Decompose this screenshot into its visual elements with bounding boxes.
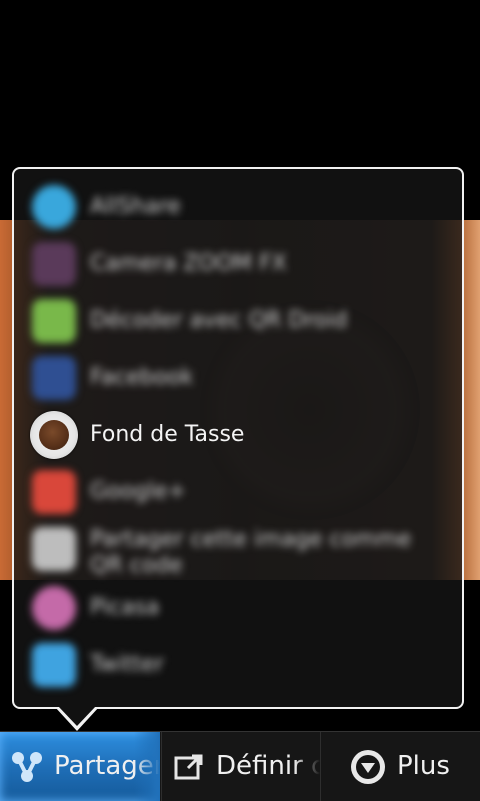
share-item-facebook[interactable]: Facebook <box>14 350 462 406</box>
share-item-label: Facebook <box>90 365 194 390</box>
twitter-icon <box>32 643 76 687</box>
share-item-qr-share[interactable]: Partager cette image comme QR code <box>14 521 462 579</box>
facebook-icon <box>32 356 76 400</box>
share-item-label: Fond de Tasse <box>90 422 245 447</box>
google-plus-icon <box>32 470 76 514</box>
bottom-action-bar: Partager Définir c Plus <box>0 731 480 801</box>
share-item-google-plus[interactable]: Google+ <box>14 464 462 520</box>
picasa-icon <box>32 586 76 630</box>
coffee-cup-icon <box>30 411 78 459</box>
more-button[interactable]: Plus <box>320 732 480 801</box>
more-label: Plus <box>397 751 450 781</box>
qr-droid-icon <box>32 299 76 343</box>
share-item-camera-zoom-fx[interactable]: Camera ZOOM FX <box>14 236 462 292</box>
share-item-label: Twitter <box>90 652 164 677</box>
qr-share-icon <box>32 527 76 571</box>
camera-zoom-fx-icon <box>32 242 76 286</box>
share-menu-popup: AllShare Camera ZOOM FX Décoder avec QR … <box>12 167 464 709</box>
more-chevron-icon <box>351 750 385 784</box>
share-icon <box>12 752 42 782</box>
allshare-icon <box>32 185 76 229</box>
set-as-button[interactable]: Définir c <box>161 732 320 801</box>
share-item-label: Partager cette image comme QR code <box>90 527 412 578</box>
share-item-twitter[interactable]: Twitter <box>14 637 462 693</box>
share-item-label: AllShare <box>90 194 181 219</box>
share-item-label: Décoder avec QR Droid <box>90 308 348 333</box>
share-item-qr-droid[interactable]: Décoder avec QR Droid <box>14 293 462 349</box>
share-item-label: Picasa <box>90 595 160 620</box>
share-item-allshare[interactable]: AllShare <box>14 179 462 235</box>
share-item-fond-de-tasse[interactable]: Fond de Tasse <box>14 407 462 463</box>
share-item-picasa[interactable]: Picasa <box>14 580 462 636</box>
popup-pointer-inner <box>58 706 96 726</box>
share-item-label: Camera ZOOM FX <box>90 251 287 276</box>
share-button[interactable]: Partager <box>0 732 160 801</box>
share-item-label: Google+ <box>90 479 187 504</box>
set-as-wallpaper-icon <box>174 754 203 780</box>
